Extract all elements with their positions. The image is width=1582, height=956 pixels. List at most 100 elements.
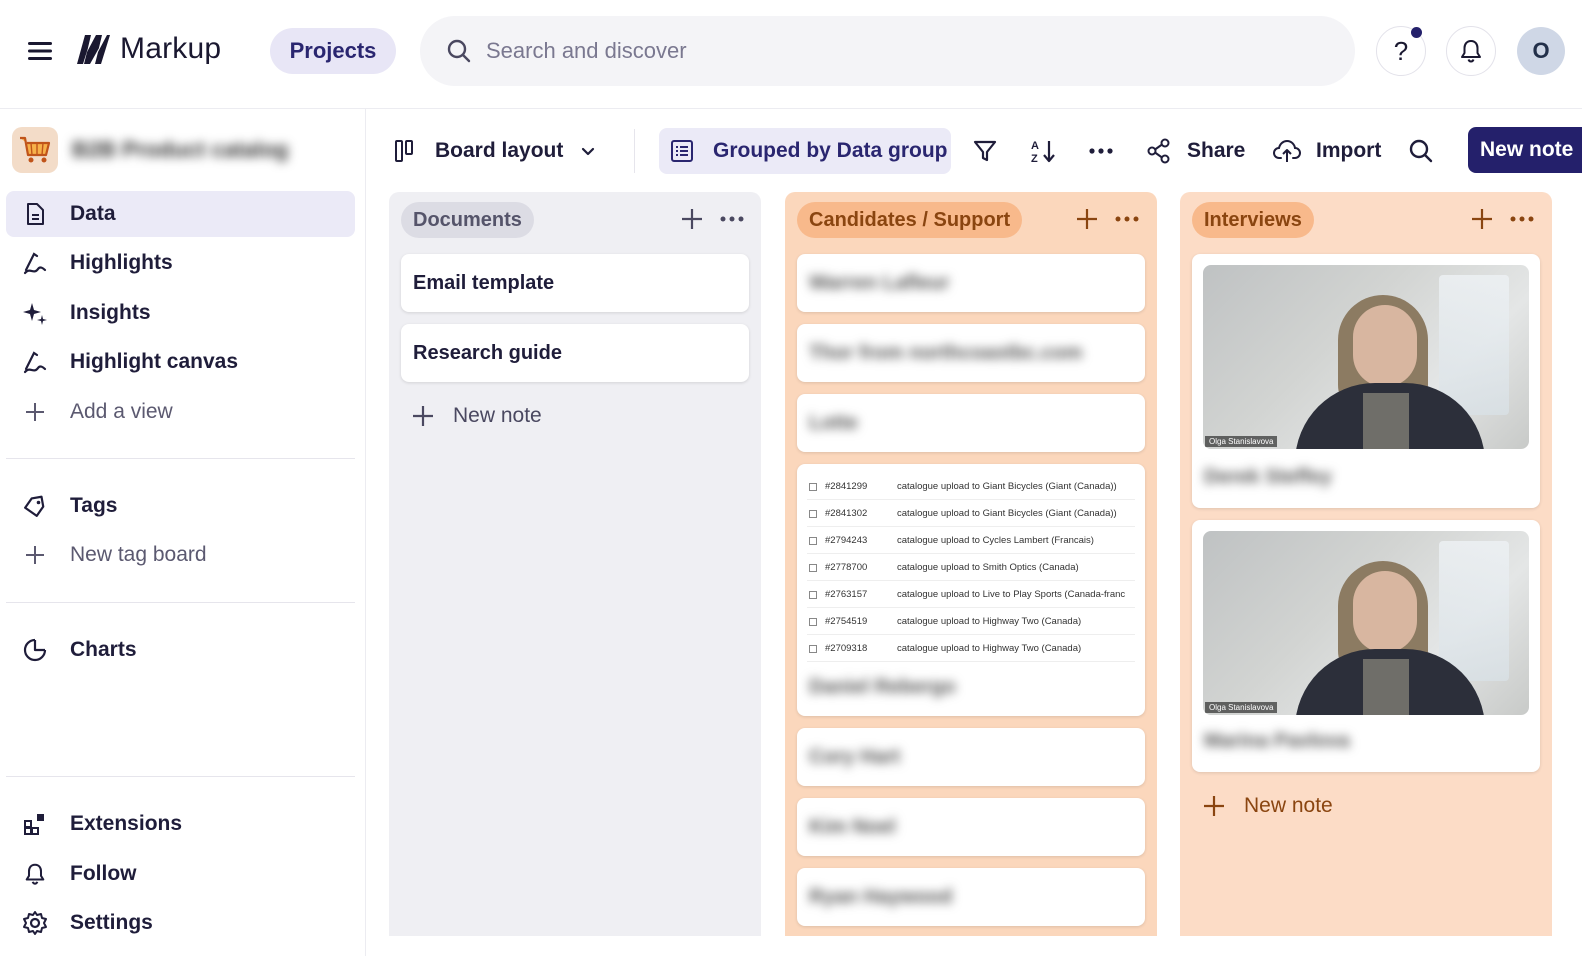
row-icon	[809, 563, 817, 572]
video-subject-face	[1353, 571, 1417, 653]
gear-icon	[22, 910, 48, 936]
video-subject-shirt	[1363, 393, 1409, 449]
group-by-button[interactable]: Grouped by Data group	[659, 128, 951, 174]
document-icon	[22, 201, 48, 227]
card-title: Derek Steffey	[1204, 466, 1332, 488]
column-title: Interviews	[1192, 202, 1314, 238]
sidebar-item-add-view[interactable]: Add a view	[6, 389, 355, 435]
group-by-label: Grouped by Data group	[713, 139, 948, 162]
ticket-id: #2841302	[825, 508, 868, 519]
sidebar-item-data[interactable]: Data	[6, 191, 355, 237]
notifications-button[interactable]	[1446, 26, 1496, 76]
sidebar-item-tags[interactable]: Tags	[6, 483, 355, 529]
sidebar-item-label: Insights	[70, 301, 151, 324]
note-card[interactable]: Lotte	[797, 394, 1145, 452]
card-title: Daniel Rebergo	[809, 676, 956, 698]
search-bar[interactable]	[420, 16, 1355, 86]
note-card[interactable]: Ryan Haywood	[797, 868, 1145, 926]
menu-icon[interactable]	[24, 37, 56, 65]
column-menu-icon[interactable]	[1508, 206, 1538, 232]
sidebar-item-label: Data	[70, 202, 116, 225]
sidebar-item-highlights[interactable]: Highlights	[6, 240, 355, 286]
video-thumbnail[interactable]: Olga Stanislavova	[1203, 265, 1529, 449]
add-card-icon[interactable]	[1469, 206, 1495, 232]
avatar[interactable]: O	[1517, 27, 1565, 75]
video-caption: Olga Stanislavova	[1205, 436, 1278, 447]
board-search-icon[interactable]	[1408, 128, 1434, 174]
bell-icon	[22, 861, 48, 887]
row-icon	[809, 482, 817, 491]
note-card[interactable]: Research guide	[401, 324, 749, 382]
column-title: Documents	[401, 202, 534, 238]
sidebar-item-label: New tag board	[70, 543, 207, 566]
tag-icon	[22, 493, 48, 519]
table-row: #2794243 catalogue upload to Cycles Lambe…	[807, 528, 1135, 554]
top-bar: Markup Projects ? O	[0, 0, 1582, 104]
sidebar-item-highlight-canvas[interactable]: Highlight canvas	[6, 339, 355, 385]
sidebar-item-settings[interactable]: Settings	[6, 900, 355, 946]
sort-icon[interactable]: AZ	[1029, 128, 1059, 174]
row-icon	[809, 590, 817, 599]
project-switcher[interactable]: B2B Product catalog	[12, 127, 288, 173]
note-card[interactable]: Warren Lafleur	[797, 254, 1145, 312]
sidebar-divider	[6, 458, 355, 459]
note-card[interactable]: Thor from northcoastbc.com	[797, 324, 1145, 382]
filter-icon[interactable]	[971, 128, 999, 174]
column-menu-icon[interactable]	[1113, 206, 1143, 232]
search-input[interactable]	[486, 38, 1306, 64]
ticket-description: catalogue upload to Giant Bicycles (Gian…	[897, 508, 1117, 519]
new-note-link[interactable]: New note	[411, 404, 542, 428]
column-title: Candidates / Support	[797, 202, 1023, 238]
plus-icon	[411, 404, 435, 428]
sidebar-item-charts[interactable]: Charts	[6, 627, 355, 673]
share-button[interactable]: Share	[1145, 128, 1245, 174]
interview-card[interactable]: Olga Stanislavova Derek Steffey	[1192, 254, 1540, 508]
app-name: Markup	[120, 32, 222, 65]
row-icon	[809, 644, 817, 653]
note-card-with-table[interactable]: #2841299 catalogue upload to Giant Bicycl…	[797, 464, 1145, 716]
column-menu-icon[interactable]	[718, 206, 748, 232]
sidebar-item-label: Highlight canvas	[70, 350, 239, 373]
row-icon	[809, 509, 817, 518]
sidebar-item-new-tag-board[interactable]: New tag board	[6, 532, 355, 578]
ticket-id: #2754519	[825, 616, 868, 627]
ticket-description: catalogue upload to Giant Bicycles (Gian…	[897, 481, 1117, 492]
plus-icon	[22, 399, 48, 425]
video-background	[1439, 541, 1509, 681]
row-icon	[809, 617, 817, 626]
help-button[interactable]: ?	[1376, 26, 1426, 76]
note-card[interactable]: Kim Noel	[797, 798, 1145, 856]
sidebar-item-follow[interactable]: Follow	[6, 851, 355, 897]
sidebar-item-label: Charts	[70, 638, 137, 661]
card-title: Ryan Haywood	[809, 886, 953, 908]
video-thumbnail[interactable]: Olga Stanislavova	[1203, 531, 1529, 715]
sidebar-divider	[6, 776, 355, 777]
card-title: Cory Hart	[809, 746, 901, 768]
svg-text:Z: Z	[1031, 153, 1038, 165]
interview-card[interactable]: Olga Stanislavova Marina Pavlova	[1192, 520, 1540, 772]
new-note-link[interactable]: New note	[1202, 794, 1333, 818]
table-row: #2709318 catalogue upload to Highway Two …	[807, 636, 1135, 662]
import-button[interactable]: Import	[1272, 128, 1381, 174]
board-layout-icon	[393, 138, 419, 164]
add-card-icon[interactable]	[1074, 206, 1100, 232]
ticket-description: catalogue upload to Cycles Lambert (Fran…	[897, 535, 1094, 546]
app-logo[interactable]: Markup	[74, 30, 221, 68]
note-card[interactable]: Email template	[401, 254, 749, 312]
sidebar-item-insights[interactable]: Insights	[6, 290, 355, 336]
note-card[interactable]: Cory Hart	[797, 728, 1145, 786]
highlight-icon	[22, 250, 48, 276]
card-title: Research guide	[413, 342, 562, 364]
new-note-button[interactable]: New note	[1468, 127, 1582, 173]
board-layout-dropdown[interactable]: Board layout	[393, 128, 597, 174]
chevron-down-icon	[579, 142, 597, 160]
more-options-icon[interactable]	[1087, 128, 1115, 174]
sparkle-icon	[22, 300, 48, 326]
add-card-icon[interactable]	[679, 206, 705, 232]
projects-button[interactable]: Projects	[270, 28, 396, 74]
ticket-id: #2778700	[825, 562, 868, 573]
list-icon	[669, 138, 695, 164]
sidebar-item-extensions[interactable]: Extensions	[6, 801, 355, 847]
table-row: #2763157 catalogue upload to Live to Play…	[807, 582, 1135, 608]
table-row: #2754519 catalogue upload to Highway Two …	[807, 609, 1135, 635]
